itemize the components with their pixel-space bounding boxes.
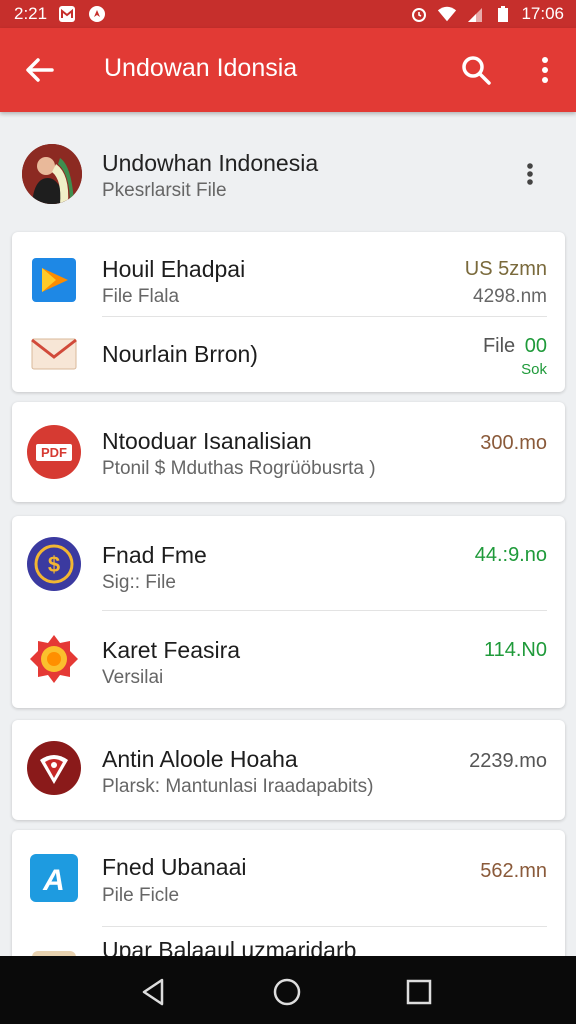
profile-header: Undowhan Indonesia Pkesrlarsit File [0, 116, 576, 228]
item-subtitle: Plarsk: Mantunlasi Iraadapabits) [102, 776, 374, 797]
badge-medal-icon [26, 631, 82, 687]
item-subtitle: Pile Ficle [102, 885, 180, 906]
gmail-icon [57, 4, 77, 24]
list-item[interactable]: Nourlain Brron) File 00 Sok [12, 317, 565, 392]
alarm-icon [409, 4, 429, 24]
currency-coin-icon: $ [26, 536, 82, 592]
item-title: Nourlain Brron) [102, 341, 258, 367]
more-vert-icon[interactable] [530, 52, 560, 88]
system-nav-bar [0, 956, 576, 1024]
back-arrow-icon[interactable] [22, 52, 62, 88]
item-title: Ntooduar Isanalisian [102, 428, 312, 454]
avatar[interactable] [22, 144, 82, 204]
search-icon[interactable] [458, 52, 498, 88]
item-title: Karet Feasira [102, 637, 241, 663]
svg-text:PDF: PDF [41, 445, 67, 460]
list-card: Houil Ehadpai File Flala US 5zmn 4298.nm… [12, 232, 565, 392]
home-circle-icon[interactable] [269, 974, 305, 1010]
wifi-icon [437, 4, 457, 24]
battery-icon [493, 4, 513, 24]
item-subtitle: Versilai [102, 667, 164, 688]
status-bar: 2:21 17:06 [0, 0, 576, 28]
item-value: 300.mo [480, 432, 547, 454]
item-value-label: File [482, 335, 516, 357]
signal-icon [465, 4, 485, 24]
list-card: PDF Ntooduar Isanalisian Ptonil $ Mdutha… [12, 402, 565, 502]
list-card: $ Fnad Fme Sig:: File 44.:9.no Karet Fea… [12, 516, 565, 708]
pdf-icon: PDF [26, 424, 82, 480]
item-value-extra: 00 [524, 335, 547, 357]
item-title: Houil Ehadpai [102, 256, 246, 282]
item-subtitle: Sig:: File [102, 572, 176, 593]
item-value: 44.:9.no [474, 544, 547, 566]
profile-name: Undowhan Indonesia [102, 150, 319, 176]
back-triangle-icon[interactable] [136, 974, 172, 1010]
item-value: US 5zmn [464, 258, 547, 280]
list-item[interactable]: Antin Aloole Hoaha Plarsk: Mantunlasi Ir… [12, 720, 565, 820]
more-vert-icon[interactable] [518, 156, 542, 192]
list-item[interactable]: Houil Ehadpai File Flala US 5zmn 4298.nm [12, 232, 565, 316]
svg-text:A: A [42, 864, 65, 897]
list-item[interactable]: PDF Ntooduar Isanalisian Ptonil $ Mdutha… [12, 402, 565, 502]
item-title: Fnad Fme [102, 542, 207, 568]
list-item[interactable]: $ Fnad Fme Sig:: File 44.:9.no [12, 516, 565, 610]
list-item[interactable]: Karet Feasira Versilai 114.N0 [12, 611, 565, 708]
app-a-icon: A [26, 850, 82, 906]
item-subtitle: Ptonil $ Mduthas Rogrüöbusrta ) [102, 458, 376, 479]
status-time-right: 17:06 [521, 4, 564, 23]
recents-square-icon[interactable] [401, 974, 437, 1010]
profile-subtitle: Pkesrlarsit File [102, 180, 227, 201]
status-time-left: 2:21 [14, 4, 48, 23]
navigation-icon [87, 4, 107, 24]
item-value: 114.N0 [483, 639, 547, 661]
shield-emblem-icon [26, 740, 82, 796]
mail-envelope-icon [26, 325, 82, 381]
page-title: Undowan Idonsia [104, 54, 298, 82]
svg-text:$: $ [48, 552, 60, 577]
item-value: 2239.mo [469, 750, 547, 772]
item-value: 562.mn [480, 860, 547, 882]
item-title: Antin Aloole Hoaha [102, 746, 298, 772]
item-subtitle: File Flala [102, 286, 180, 307]
list-item[interactable]: A Fned Ubanaai Pile Ficle 562.mn [12, 830, 565, 926]
item-title: Fned Ubanaai [102, 854, 247, 880]
app-bar: Undowan Idonsia [0, 28, 576, 112]
item-value-secondary: 4298.nm [473, 286, 547, 307]
item-value: File 00 [483, 335, 547, 358]
list-card: A Fned Ubanaai Pile Ficle 562.mn Upar Ba… [12, 830, 565, 970]
list-card: Antin Aloole Hoaha Plarsk: Mantunlasi Ir… [12, 720, 565, 820]
item-value-secondary: Sok [521, 361, 547, 378]
play-store-icon [26, 252, 82, 308]
